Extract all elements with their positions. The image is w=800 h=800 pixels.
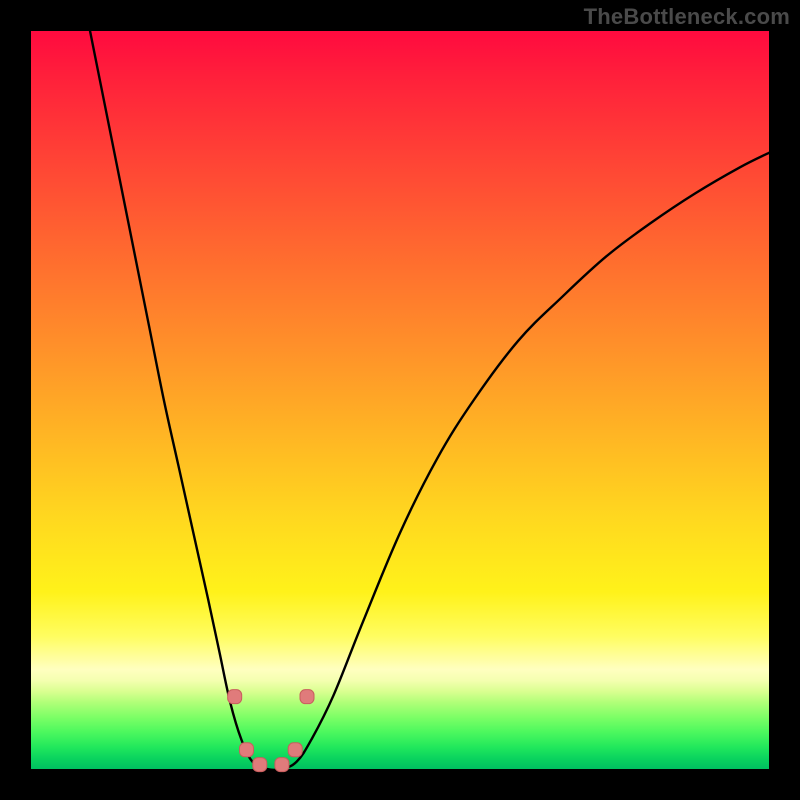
curve-path bbox=[90, 31, 769, 770]
chart-plot-area bbox=[31, 31, 769, 769]
bottleneck-curve bbox=[31, 31, 769, 769]
curve-marker bbox=[253, 758, 267, 772]
chart-frame: TheBottleneck.com bbox=[0, 0, 800, 800]
curve-marker bbox=[275, 758, 289, 772]
curve-marker bbox=[228, 690, 242, 704]
curve-marker bbox=[288, 743, 302, 757]
watermark-text: TheBottleneck.com bbox=[584, 4, 790, 30]
curve-marker bbox=[300, 690, 314, 704]
curve-markers bbox=[228, 690, 314, 772]
curve-marker bbox=[240, 743, 254, 757]
